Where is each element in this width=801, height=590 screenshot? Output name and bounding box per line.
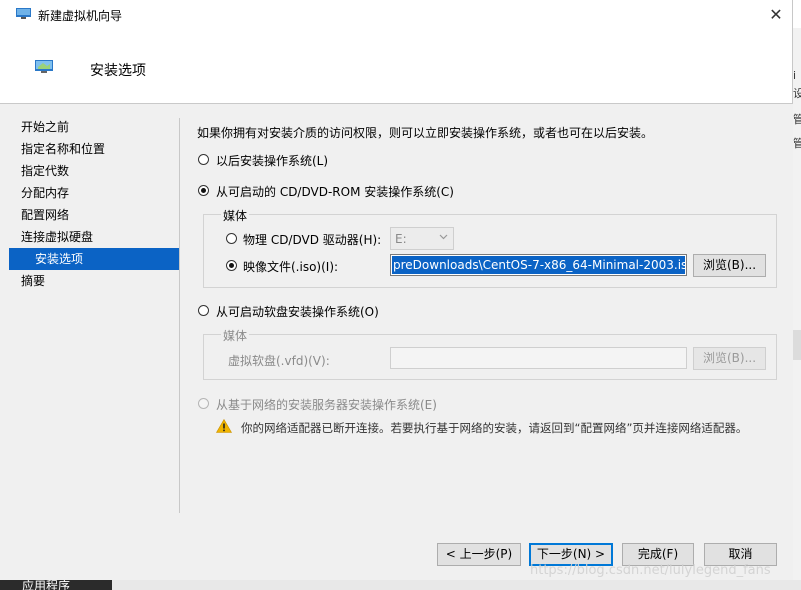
radio-install-from-floppy[interactable] xyxy=(198,305,209,316)
chevron-down-icon xyxy=(439,234,448,240)
previous-button[interactable]: < 上一步(P) xyxy=(437,543,521,566)
radio-install-later-label[interactable]: 以后安装操作系统(L) xyxy=(216,152,328,169)
iso-path-input[interactable]: preDownloads\CentOS-7-x86_64-Minimal-200… xyxy=(390,254,687,276)
nav-item-name-location[interactable]: 指定名称和位置 xyxy=(9,138,179,160)
browse-iso-button[interactable]: 浏览(B)... xyxy=(693,254,766,277)
virtual-floppy-label: 虚拟软盘(.vfd)(V): xyxy=(228,354,330,368)
iso-path-value: preDownloads\CentOS-7-x86_64-Minimal-200… xyxy=(392,256,685,274)
nav-item-generation[interactable]: 指定代数 xyxy=(9,160,179,182)
background-glyph: 设 xyxy=(793,87,801,100)
wizard-nav: 开始之前 指定名称和位置 指定代数 分配内存 配置网络 连接虚拟硬盘 安装选项 … xyxy=(9,116,179,292)
background-glyph: i xyxy=(793,69,797,82)
close-button[interactable]: ✕ xyxy=(758,0,794,30)
nav-item-summary[interactable]: 摘要 xyxy=(9,270,179,292)
drive-select-value: E: xyxy=(395,232,407,246)
nav-item-installation-options[interactable]: 安装选项 xyxy=(9,248,179,270)
radio-install-from-network-label[interactable]: 从基于网络的安装服务器安装操作系统(E) xyxy=(216,396,437,413)
radio-install-from-dvd-label[interactable]: 从可启动的 CD/DVD-ROM 安装操作系统(C) xyxy=(216,183,454,200)
close-icon: ✕ xyxy=(769,5,783,24)
header-vm-icon xyxy=(35,60,53,73)
nav-item-virtual-disk[interactable]: 连接虚拟硬盘 xyxy=(9,226,179,248)
browse-floppy-button[interactable]: 浏览(B)... xyxy=(693,347,766,370)
radio-install-from-floppy-label[interactable]: 从可启动软盘安装操作系统(O) xyxy=(216,303,379,320)
nav-divider xyxy=(179,118,180,513)
window-title: 新建虚拟机向导 xyxy=(38,9,123,23)
floppy-media-label: 媒体 xyxy=(221,327,250,344)
background-taskbar: 应用程序 xyxy=(0,580,801,590)
nav-item-before-you-begin[interactable]: 开始之前 xyxy=(9,116,179,138)
background-window-strip: i 设 管 管 xyxy=(793,0,801,590)
background-glyph: 管 xyxy=(793,137,801,150)
radio-image-file[interactable] xyxy=(226,260,237,271)
wizard-header: 安装选项 xyxy=(0,30,793,103)
taskbar-label: 应用程序 xyxy=(22,580,71,590)
new-vm-wizard-dialog: 新建虚拟机向导 ✕ 安装选项 开始之前 指定名称和位置 指定代数 分配内存 配置… xyxy=(0,0,793,580)
dvd-media-label: 媒体 xyxy=(221,207,250,224)
dvd-media-group xyxy=(203,214,777,288)
warning-icon xyxy=(216,419,232,433)
drive-select[interactable]: E: xyxy=(390,227,454,250)
radio-install-from-network[interactable] xyxy=(198,398,209,409)
intro-text: 如果你拥有对安装介质的访问权限，则可以立即安装操作系统，或者也可在以后安装。 xyxy=(197,126,654,140)
background-glyph: 管 xyxy=(793,113,801,126)
nav-item-memory[interactable]: 分配内存 xyxy=(9,182,179,204)
floppy-path-input[interactable] xyxy=(390,347,687,369)
radio-install-from-dvd[interactable] xyxy=(198,185,209,196)
watermark-text: https://blog.csdn.net/lulylegend_fans xyxy=(530,563,771,578)
radio-image-file-label[interactable]: 映像文件(.iso)(I): xyxy=(243,258,338,275)
radio-physical-drive[interactable] xyxy=(226,233,237,244)
radio-install-later[interactable] xyxy=(198,154,209,165)
network-warning-text: 你的网络适配器已断开连接。若要执行基于网络的安装，请返回到“配置网络”页并连接网… xyxy=(241,421,748,435)
radio-physical-drive-label[interactable]: 物理 CD/DVD 驱动器(H): xyxy=(243,231,381,248)
page-title: 安装选项 xyxy=(90,63,146,79)
nav-item-networking[interactable]: 配置网络 xyxy=(9,204,179,226)
title-bar[interactable]: 新建虚拟机向导 ✕ xyxy=(0,0,793,30)
hyperv-app-icon xyxy=(16,8,31,19)
